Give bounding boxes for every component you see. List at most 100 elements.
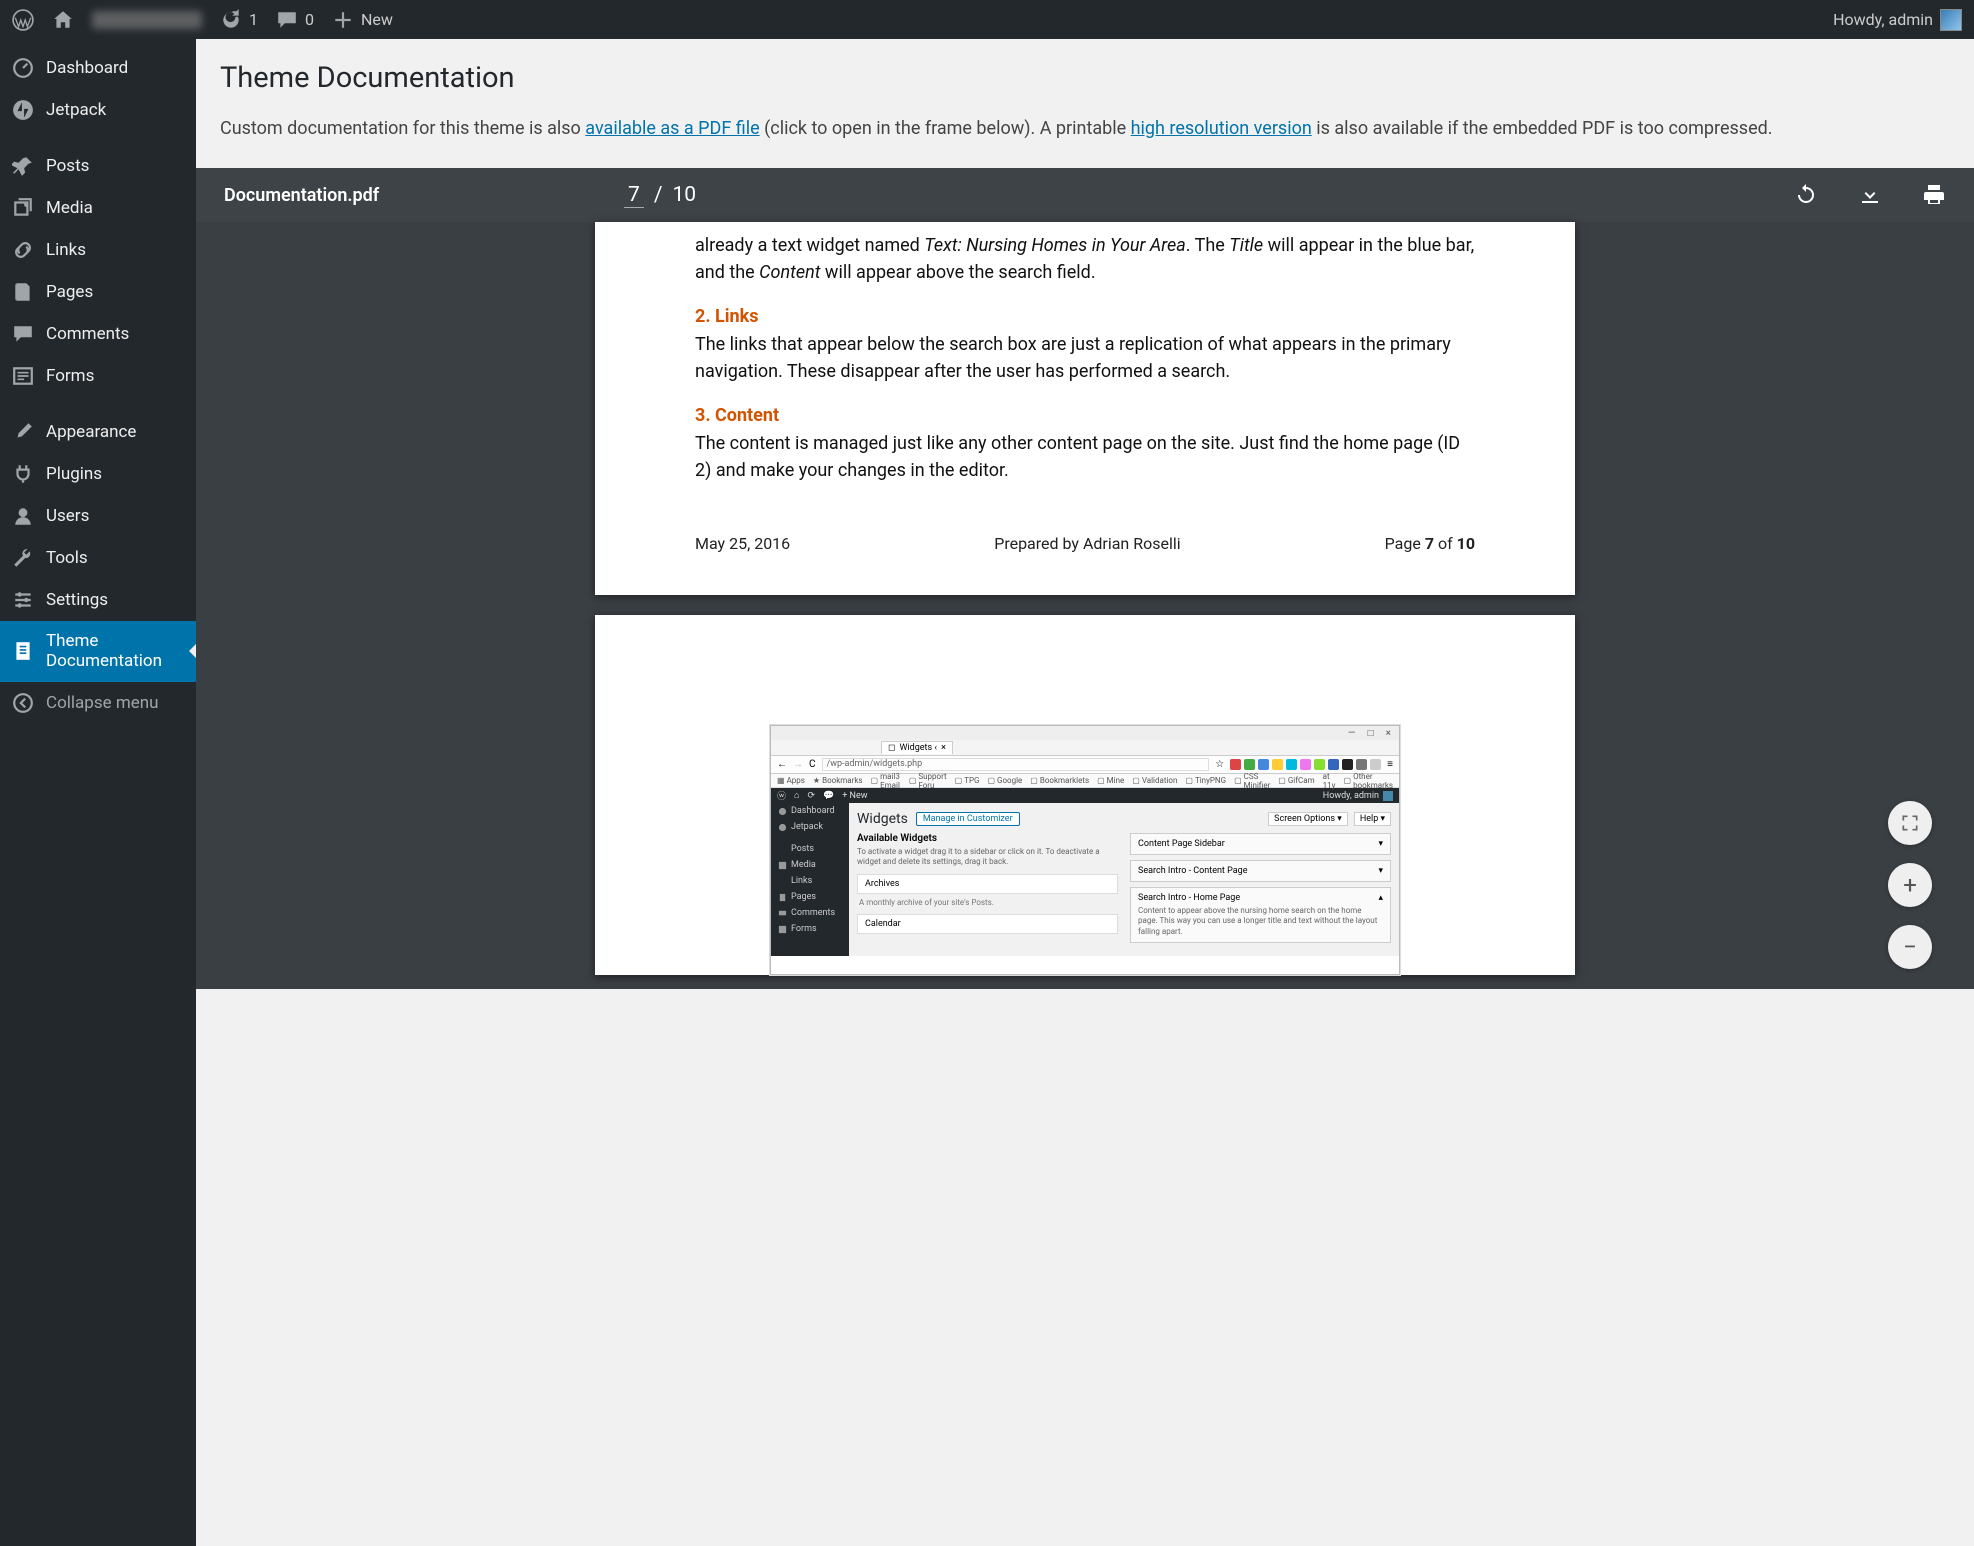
mini-star-icon: ☆	[1215, 759, 1224, 770]
mini-main: Widgets Manage in Customizer Screen Opti…	[849, 803, 1399, 956]
pdf-heading-content: 3. Content	[695, 405, 1475, 426]
mini-reload-icon: C	[809, 759, 816, 770]
mini-tabs: ◻Widgets ‹×	[771, 740, 1399, 756]
mini-adminbar: ⓦ⌂⟳💬+ New Howdy, admin	[771, 788, 1399, 803]
pdf-page-sep: /	[654, 183, 663, 207]
pdf-viewer: Documentation.pdf 7 / 10 already a text …	[196, 168, 1974, 989]
mini-widgets-heading: Widgets	[857, 811, 908, 827]
highres-link[interactable]: high resolution version	[1131, 118, 1312, 139]
main-scroll-area[interactable]: Theme Documentation Custom documentation…	[196, 39, 1974, 1546]
mini-panel: Search Intro - Home Page▴ Content to app…	[1130, 887, 1391, 943]
mini-manage-button: Manage in Customizer	[916, 812, 1020, 826]
sidebar-label: Dashboard	[46, 58, 128, 78]
mini-screen-options: Screen Options ▾	[1268, 812, 1348, 826]
refresh-icon	[220, 9, 242, 31]
zoom-in-button[interactable]: +	[1888, 863, 1932, 907]
sidebar-label: Posts	[46, 156, 89, 176]
pdf-filename: Documentation.pdf	[224, 185, 624, 206]
wp-logo-icon[interactable]	[12, 9, 34, 31]
new-label: New	[361, 10, 393, 29]
sidebar-item-appearance[interactable]: Appearance	[0, 411, 196, 453]
mini-available-widgets-h: Available Widgets	[857, 833, 1118, 844]
document-icon	[12, 640, 34, 662]
sidebar-label: Users	[46, 506, 89, 526]
sidebar-label: Tools	[46, 548, 88, 568]
sidebar-label: Forms	[46, 366, 94, 386]
wrench-icon	[12, 547, 34, 569]
howdy-user[interactable]: Howdy, admin	[1833, 9, 1962, 31]
dashboard-icon	[12, 57, 34, 79]
pdf-footer-author: Prepared by Adrian Roselli	[994, 534, 1180, 553]
pdf-total-pages: 10	[672, 183, 696, 207]
pdf-footer-date: May 25, 2016	[695, 534, 790, 553]
mini-max-icon: □	[1368, 728, 1374, 738]
sidebar-item-jetpack[interactable]: Jetpack	[0, 89, 196, 131]
sidebar-item-forms[interactable]: Forms	[0, 355, 196, 397]
sidebar-item-settings[interactable]: Settings	[0, 579, 196, 621]
forms-icon	[12, 365, 34, 387]
pdf-current-page[interactable]: 7	[624, 183, 644, 208]
comments-indicator[interactable]: 0	[276, 9, 314, 31]
fit-page-button[interactable]	[1888, 801, 1932, 845]
new-button[interactable]: New	[332, 9, 393, 31]
mini-available-desc: To activate a widget drag it to a sideba…	[857, 847, 1118, 868]
embedded-screenshot: — □ × ◻Widgets ‹× ← → C /wp-admin/widget…	[770, 725, 1400, 975]
intro-text: (click to open in the frame below). A pr…	[760, 118, 1131, 139]
sidebar-label: Theme	[46, 631, 162, 651]
pdf-file-link[interactable]: available as a PDF file	[585, 118, 759, 139]
sidebar-label: Documentation	[46, 651, 162, 671]
admin-bar: 1 0 New Howdy, admin	[0, 0, 1974, 39]
mini-close-icon: ×	[1386, 728, 1391, 738]
home-icon[interactable]	[52, 9, 74, 31]
pdf-float-controls: + −	[1888, 801, 1932, 969]
comment-icon	[276, 9, 298, 31]
collapse-icon	[12, 692, 34, 714]
collapse-label: Collapse menu	[46, 693, 159, 713]
sidebar-item-dashboard[interactable]: Dashboard	[0, 47, 196, 89]
sidebar-item-users[interactable]: Users	[0, 495, 196, 537]
rotate-icon[interactable]	[1794, 183, 1818, 207]
sidebar-item-tools[interactable]: Tools	[0, 537, 196, 579]
plus-icon	[332, 9, 354, 31]
pdf-paragraph: The content is managed just like any oth…	[695, 430, 1475, 484]
pdf-pages-area[interactable]: already a text widget named Text: Nursin…	[196, 222, 1974, 989]
sidebar-item-comments[interactable]: Comments	[0, 313, 196, 355]
link-icon	[12, 239, 34, 261]
sidebar-item-theme-documentation[interactable]: Theme Documentation	[0, 621, 196, 682]
sidebar-item-media[interactable]: Media	[0, 187, 196, 229]
mini-fwd-icon: →	[793, 759, 803, 770]
user-icon	[12, 505, 34, 527]
sidebar-item-links[interactable]: Links	[0, 229, 196, 271]
download-icon[interactable]	[1858, 183, 1882, 207]
zoom-out-button[interactable]: −	[1888, 925, 1932, 969]
mini-help: Help ▾	[1354, 812, 1391, 826]
page-header: Theme Documentation Custom documentation…	[196, 39, 1974, 168]
comment-icon	[12, 323, 34, 345]
pdf-toolbar: Documentation.pdf 7 / 10	[196, 168, 1974, 222]
intro-text: is also available if the embedded PDF is…	[1312, 118, 1773, 139]
collapse-menu[interactable]: Collapse menu	[0, 682, 196, 724]
pin-icon	[12, 155, 34, 177]
sidebar-item-plugins[interactable]: Plugins	[0, 453, 196, 495]
site-name-blurred	[92, 11, 202, 29]
sidebar-item-posts[interactable]: Posts	[0, 145, 196, 187]
mini-ext-icons	[1230, 759, 1381, 770]
sidebar-label: Settings	[46, 590, 108, 610]
sidebar-label: Links	[46, 240, 86, 260]
admin-sidebar: Dashboard Jetpack Posts Media Links Page…	[0, 39, 196, 1546]
mini-panel: Content Page Sidebar▾	[1130, 833, 1391, 855]
mini-bookmarks-bar: ▦ Apps ★ Bookmarks ▢ mail3 Email ▢ Suppo…	[771, 774, 1399, 788]
pdf-footer: May 25, 2016 Prepared by Adrian Roselli …	[695, 534, 1475, 553]
pdf-heading-links: 2. Links	[695, 306, 1475, 327]
intro-paragraph: Custom documentation for this theme is a…	[220, 115, 1950, 142]
updates-indicator[interactable]: 1	[220, 9, 258, 31]
pdf-page-8: — □ × ◻Widgets ‹× ← → C /wp-admin/widget…	[595, 615, 1575, 975]
sidebar-label: Media	[46, 198, 93, 218]
sidebar-item-pages[interactable]: Pages	[0, 271, 196, 313]
mini-panel: Search Intro - Content Page▾	[1130, 860, 1391, 882]
main-content: Theme Documentation Custom documentation…	[196, 39, 1974, 1546]
howdy-text: Howdy, admin	[1833, 10, 1933, 29]
print-icon[interactable]	[1922, 183, 1946, 207]
intro-text: Custom documentation for this theme is a…	[220, 118, 585, 139]
mini-widget-calendar: Calendar	[857, 914, 1118, 934]
